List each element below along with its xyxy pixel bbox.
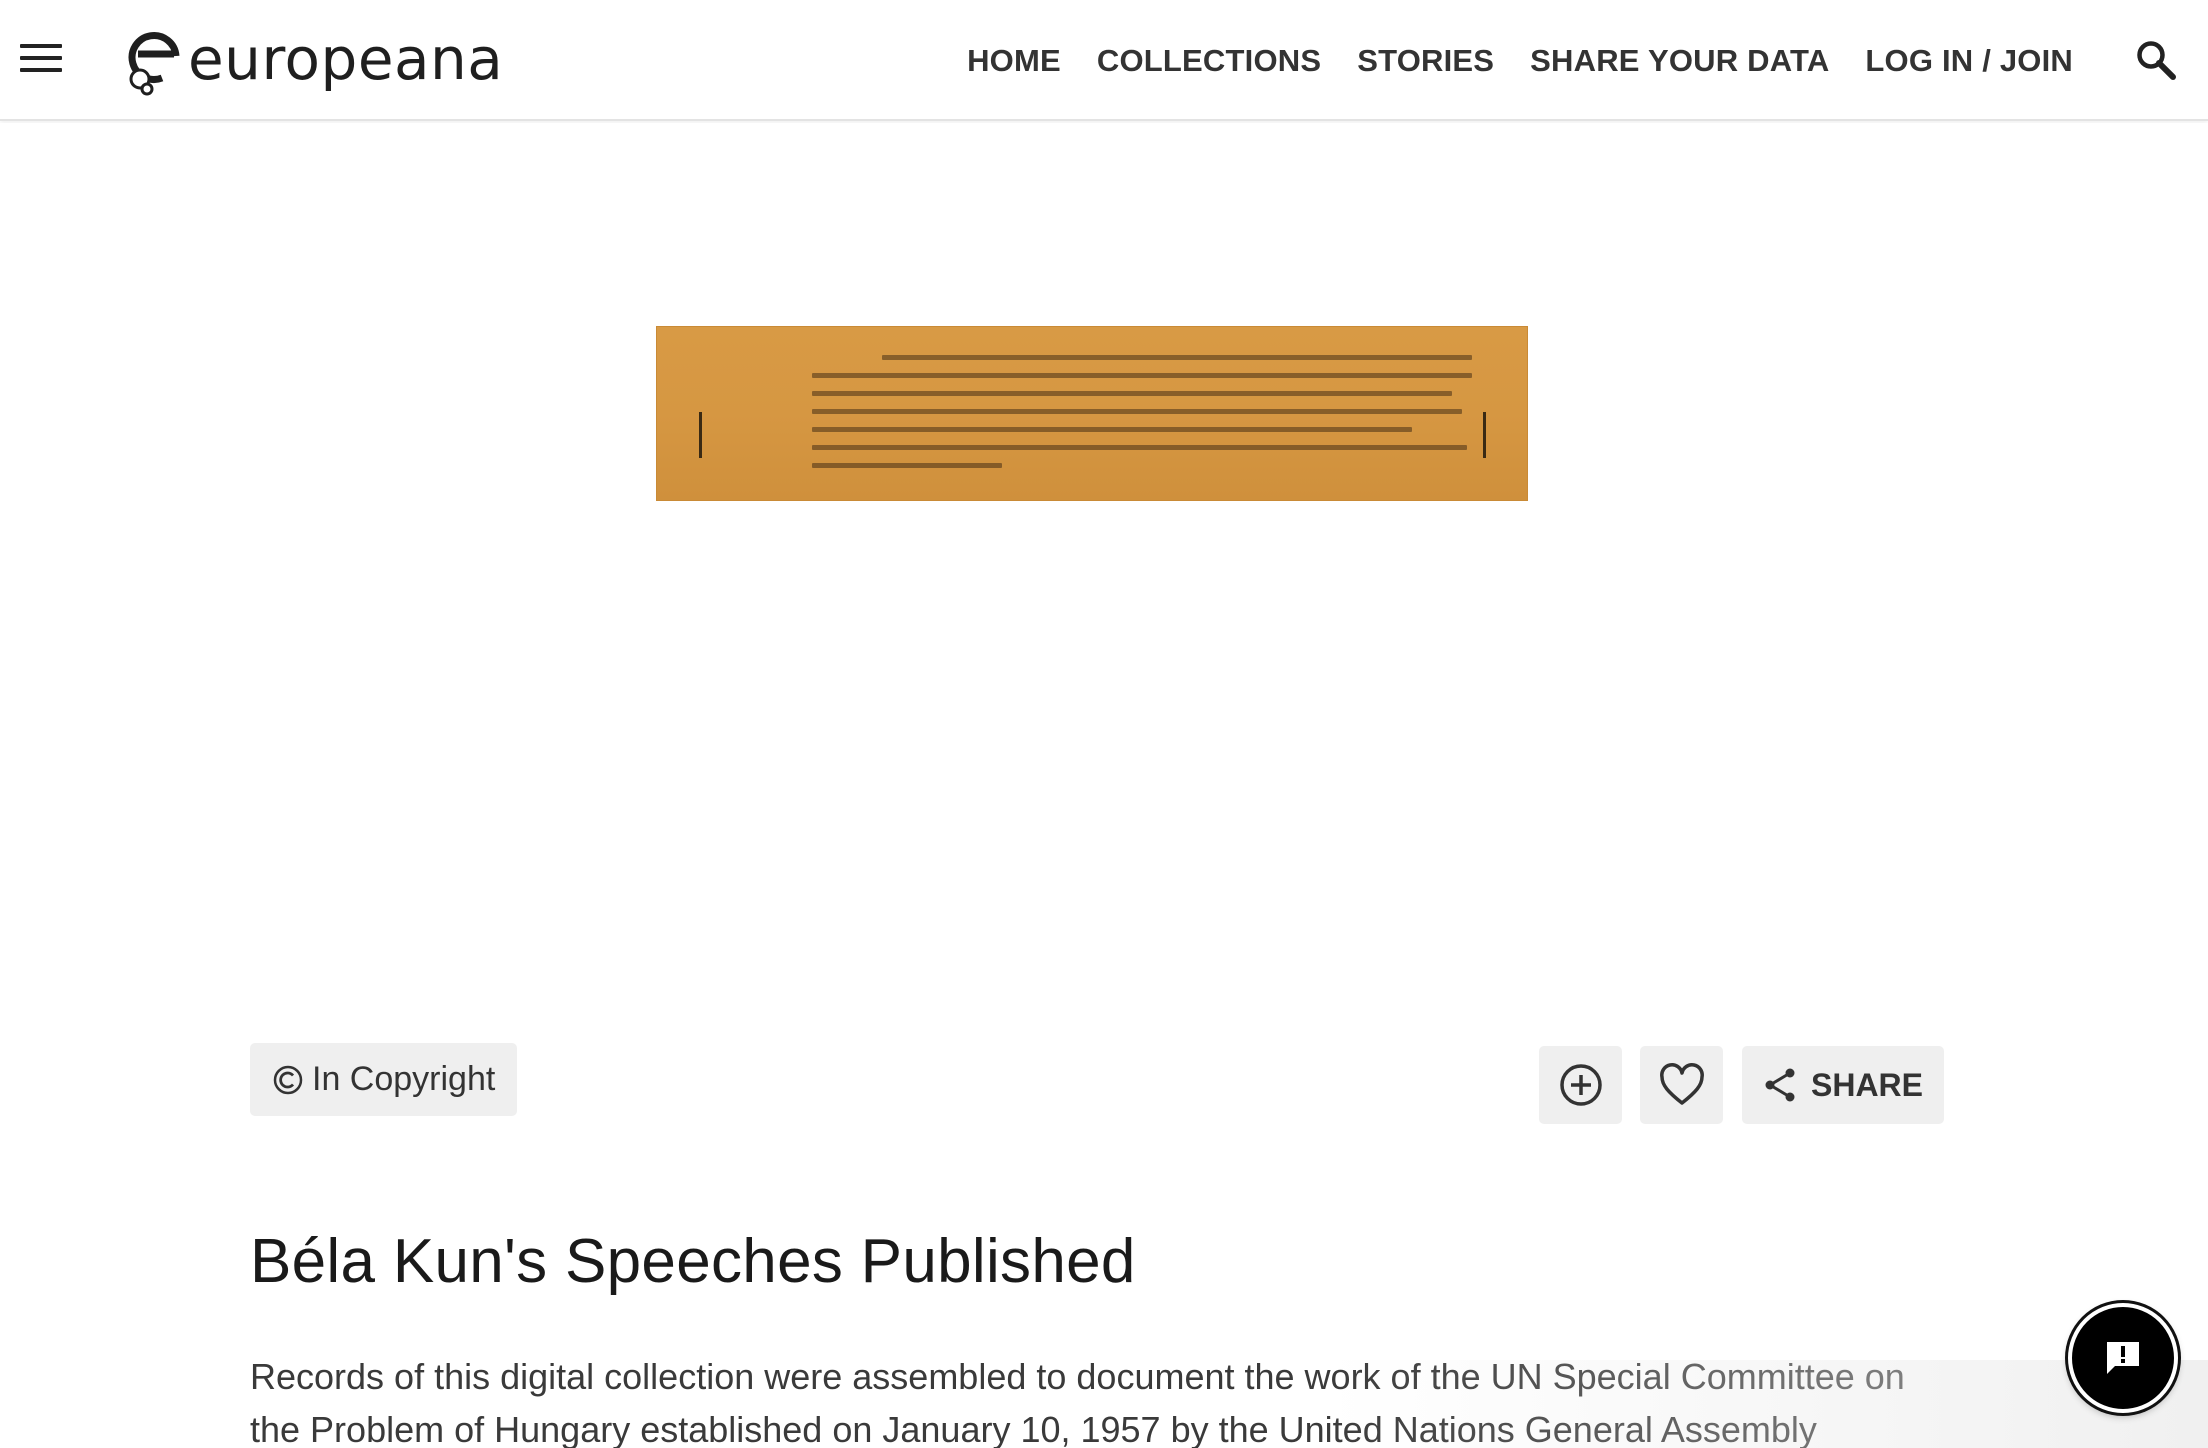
document-image[interactable] bbox=[656, 326, 1528, 501]
typed-line bbox=[812, 427, 1412, 432]
share-icon bbox=[1765, 1068, 1795, 1102]
nav-stories[interactable]: STORIES bbox=[1357, 43, 1494, 79]
feedback-button[interactable] bbox=[2068, 1303, 2178, 1413]
copyright-icon bbox=[273, 1065, 303, 1094]
heart-icon bbox=[1659, 1063, 1704, 1105]
logo-text: europeana bbox=[188, 25, 504, 93]
add-to-gallery-button[interactable] bbox=[1539, 1046, 1622, 1124]
share-button[interactable]: SHARE bbox=[1742, 1046, 1944, 1124]
menu-icon[interactable] bbox=[20, 44, 62, 76]
nav-login-join[interactable]: LOG IN / JOIN bbox=[1865, 43, 2073, 79]
add-to-gallery-icon bbox=[1559, 1064, 1602, 1106]
europeana-logo-icon bbox=[128, 32, 180, 96]
typed-line bbox=[812, 463, 1002, 468]
like-button[interactable] bbox=[1640, 1046, 1723, 1124]
search-icon[interactable] bbox=[2134, 38, 2178, 82]
rights-label: In Copyright bbox=[312, 1060, 496, 1098]
feedback-icon bbox=[2107, 1342, 2139, 1374]
nav-home[interactable]: HOME bbox=[967, 43, 1061, 79]
document-slot bbox=[1483, 412, 1486, 458]
nav-share-your-data[interactable]: SHARE YOUR DATA bbox=[1530, 43, 1829, 79]
nav-collections[interactable]: COLLECTIONS bbox=[1097, 43, 1321, 79]
typed-line bbox=[812, 373, 1472, 378]
typed-line bbox=[882, 355, 1472, 360]
europeana-logo[interactable]: europeana bbox=[120, 22, 503, 96]
typed-line bbox=[812, 409, 1462, 414]
media-viewer bbox=[0, 123, 2208, 1023]
site-header: europeana HOME COLLECTIONS STORIES SHARE… bbox=[0, 0, 2208, 121]
item-description: Records of this digital collection were … bbox=[250, 1356, 1905, 1448]
item-title: Béla Kun's Speeches Published bbox=[250, 1227, 1136, 1296]
main-nav: HOME COLLECTIONS STORIES SHARE YOUR DATA… bbox=[931, 0, 2073, 121]
typed-line bbox=[812, 391, 1452, 396]
rights-statement-button[interactable]: In Copyright bbox=[250, 1043, 518, 1116]
share-label: SHARE bbox=[1810, 1066, 1923, 1103]
typed-line bbox=[812, 445, 1467, 450]
document-slot bbox=[699, 412, 702, 458]
